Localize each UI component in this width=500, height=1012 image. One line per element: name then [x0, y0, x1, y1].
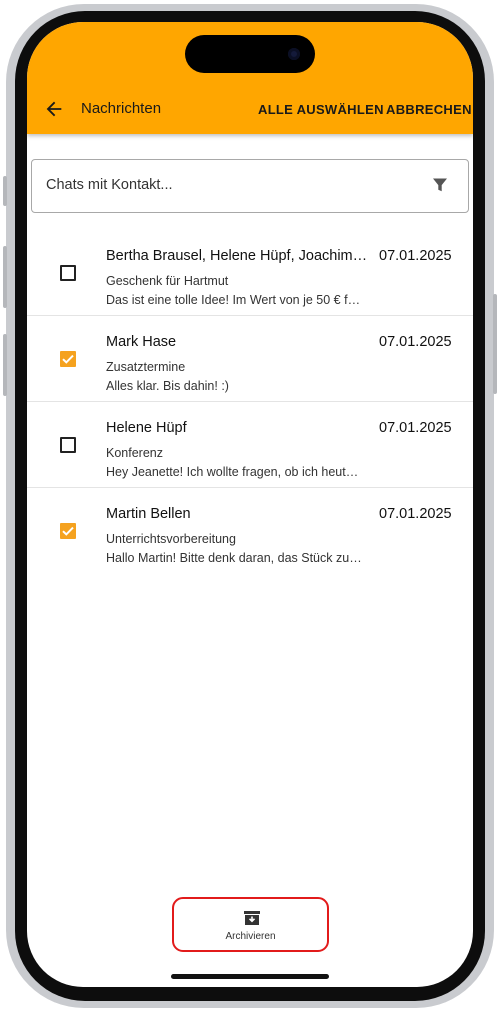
message-sender: Helene Hüpf	[106, 420, 187, 436]
archive-icon	[244, 911, 260, 925]
message-preview: Alles klar. Bis dahin! :)	[106, 379, 229, 393]
checkmark-icon	[62, 526, 74, 536]
arrow-left-icon	[46, 101, 62, 117]
message-date: 07.01.2025	[379, 248, 452, 264]
archive-button[interactable]: Archivieren	[172, 897, 329, 952]
power-button	[493, 294, 497, 394]
message-sender: Mark Hase	[106, 334, 177, 350]
message-subject: Konferenz	[106, 446, 163, 460]
screen: Nachrichten ALLE AUSWÄHLEN ABBRECHEN Cha…	[27, 22, 473, 987]
message-date: 07.01.2025	[379, 506, 452, 522]
archive-label: Archivieren	[225, 931, 276, 942]
checkmark-icon	[62, 354, 74, 364]
message-row[interactable]: Bertha Brausel, Helene Hüpf, Joachim Eis…	[27, 230, 473, 316]
cancel-button[interactable]: ABBRECHEN	[386, 102, 472, 117]
message-subject: Unterrichtsvorbereitung	[106, 532, 236, 546]
message-preview: Das ist eine tolle Idee! Im Wert von je …	[106, 293, 362, 307]
message-preview: Hey Jeanette! Ich wollte fragen, ob ich …	[106, 465, 362, 479]
back-button[interactable]	[43, 98, 65, 120]
message-subject: Zusatztermine	[106, 360, 186, 374]
message-sender: Bertha Brausel, Helene Hüpf, Joachim Eis	[106, 248, 368, 264]
dynamic-island	[185, 35, 315, 73]
message-row[interactable]: Martin Bellen 07.01.2025 Unterrichtsvorb…	[27, 488, 473, 574]
message-checkbox[interactable]	[60, 265, 76, 281]
message-preview: Hallo Martin! Bitte denk daran, das Stüc…	[106, 551, 362, 565]
message-date: 07.01.2025	[379, 334, 452, 350]
message-checkbox[interactable]	[60, 437, 76, 453]
home-indicator[interactable]	[171, 974, 329, 979]
volume-down-button	[3, 334, 7, 396]
select-all-button[interactable]: ALLE AUSWÄHLEN	[258, 102, 384, 117]
silent-switch	[3, 176, 7, 206]
message-row[interactable]: Mark Hase 07.01.2025 Zusatztermine Alles…	[27, 316, 473, 402]
message-sender: Martin Bellen	[106, 506, 191, 522]
message-date: 07.01.2025	[379, 420, 452, 436]
message-row[interactable]: Helene Hüpf 07.01.2025 Konferenz Hey Jea…	[27, 402, 473, 488]
message-checkbox[interactable]	[60, 351, 76, 367]
search-input[interactable]: Chats mit Kontakt...	[31, 159, 469, 213]
message-subject: Geschenk für Hartmut	[106, 274, 229, 288]
volume-up-button	[3, 246, 7, 308]
message-checkbox[interactable]	[60, 523, 76, 539]
camera-icon	[288, 48, 300, 60]
search-placeholder: Chats mit Kontakt...	[46, 177, 173, 193]
filter-icon[interactable]	[432, 177, 448, 193]
message-list: Bertha Brausel, Helene Hüpf, Joachim Eis…	[27, 230, 473, 574]
page-title: Nachrichten	[81, 100, 162, 117]
app-bar: Nachrichten ALLE AUSWÄHLEN ABBRECHEN	[27, 22, 473, 134]
